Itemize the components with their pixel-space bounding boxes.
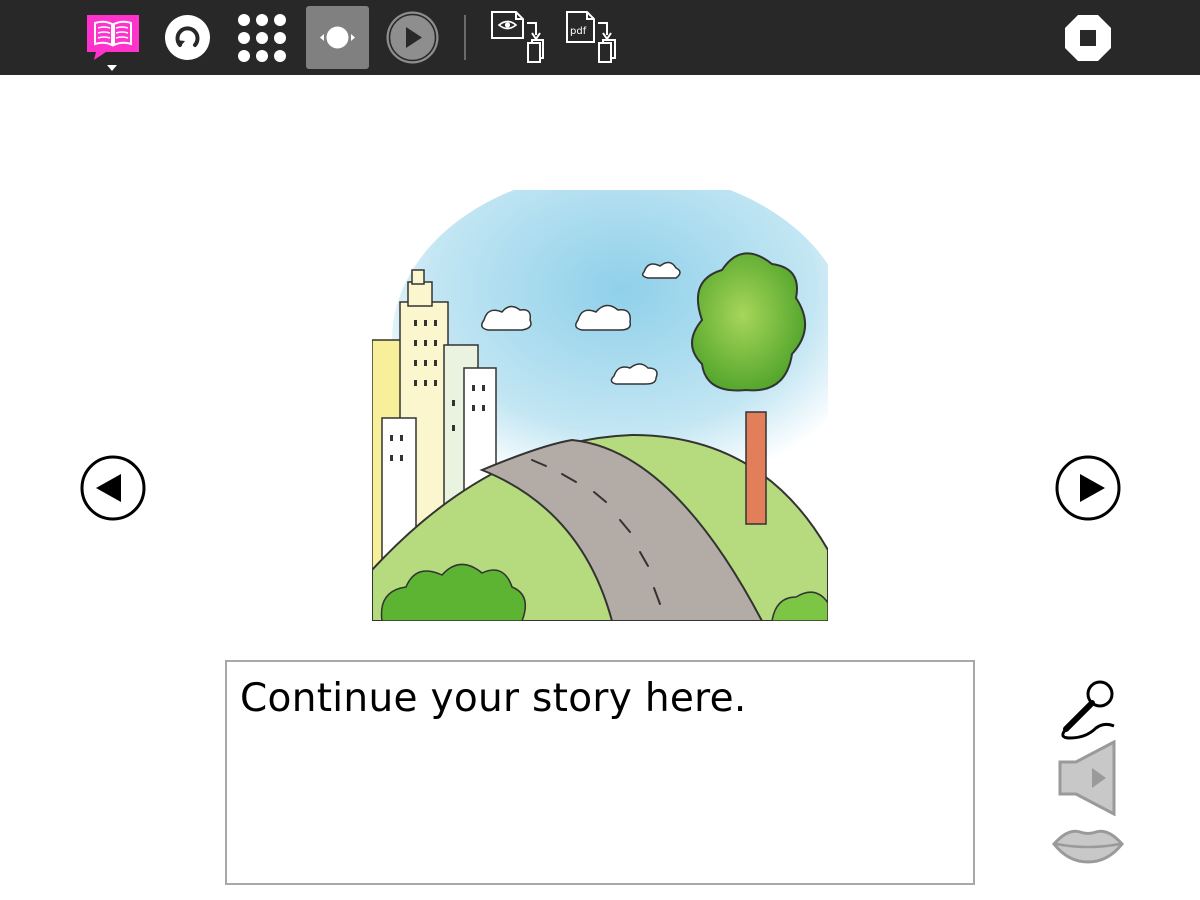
triangle-left-icon bbox=[80, 455, 146, 521]
pdf-label: pdf bbox=[570, 26, 587, 37]
lips-icon bbox=[1052, 829, 1124, 864]
layout-button[interactable] bbox=[237, 13, 287, 63]
slideshow-view-button[interactable] bbox=[306, 6, 369, 69]
toolbar: pdf bbox=[0, 0, 1200, 75]
microphone-icon bbox=[1061, 680, 1115, 740]
export-pdf-icon: pdf bbox=[566, 11, 616, 63]
save-as-video-button[interactable] bbox=[490, 10, 546, 65]
story-text-field[interactable]: Continue your story here. bbox=[225, 660, 975, 885]
book-icon bbox=[87, 15, 139, 71]
single-view-icon bbox=[320, 26, 355, 49]
next-page-button[interactable] bbox=[1054, 454, 1122, 522]
save-as-pdf-button[interactable]: pdf bbox=[565, 10, 621, 65]
activity-button[interactable] bbox=[84, 12, 142, 74]
speak-button[interactable] bbox=[1052, 826, 1124, 864]
triangle-right-icon bbox=[1055, 455, 1121, 521]
record-button[interactable] bbox=[1056, 676, 1120, 742]
playback-button[interactable] bbox=[1056, 740, 1120, 816]
play-button[interactable] bbox=[385, 10, 440, 65]
play-icon bbox=[386, 11, 439, 64]
speaker-icon bbox=[1058, 740, 1116, 816]
reload-icon bbox=[165, 15, 210, 60]
city-road-illustration bbox=[371, 170, 852, 622]
previous-page-button[interactable] bbox=[79, 454, 147, 522]
toolbar-separator bbox=[464, 15, 466, 60]
stop-button[interactable] bbox=[1064, 14, 1112, 62]
new-story-button[interactable] bbox=[164, 14, 211, 61]
story-placeholder-text: Continue your story here. bbox=[240, 676, 747, 721]
grid-icon bbox=[238, 14, 286, 62]
story-image[interactable] bbox=[371, 170, 852, 622]
stop-icon bbox=[1065, 15, 1111, 61]
export-video-icon bbox=[491, 11, 544, 63]
